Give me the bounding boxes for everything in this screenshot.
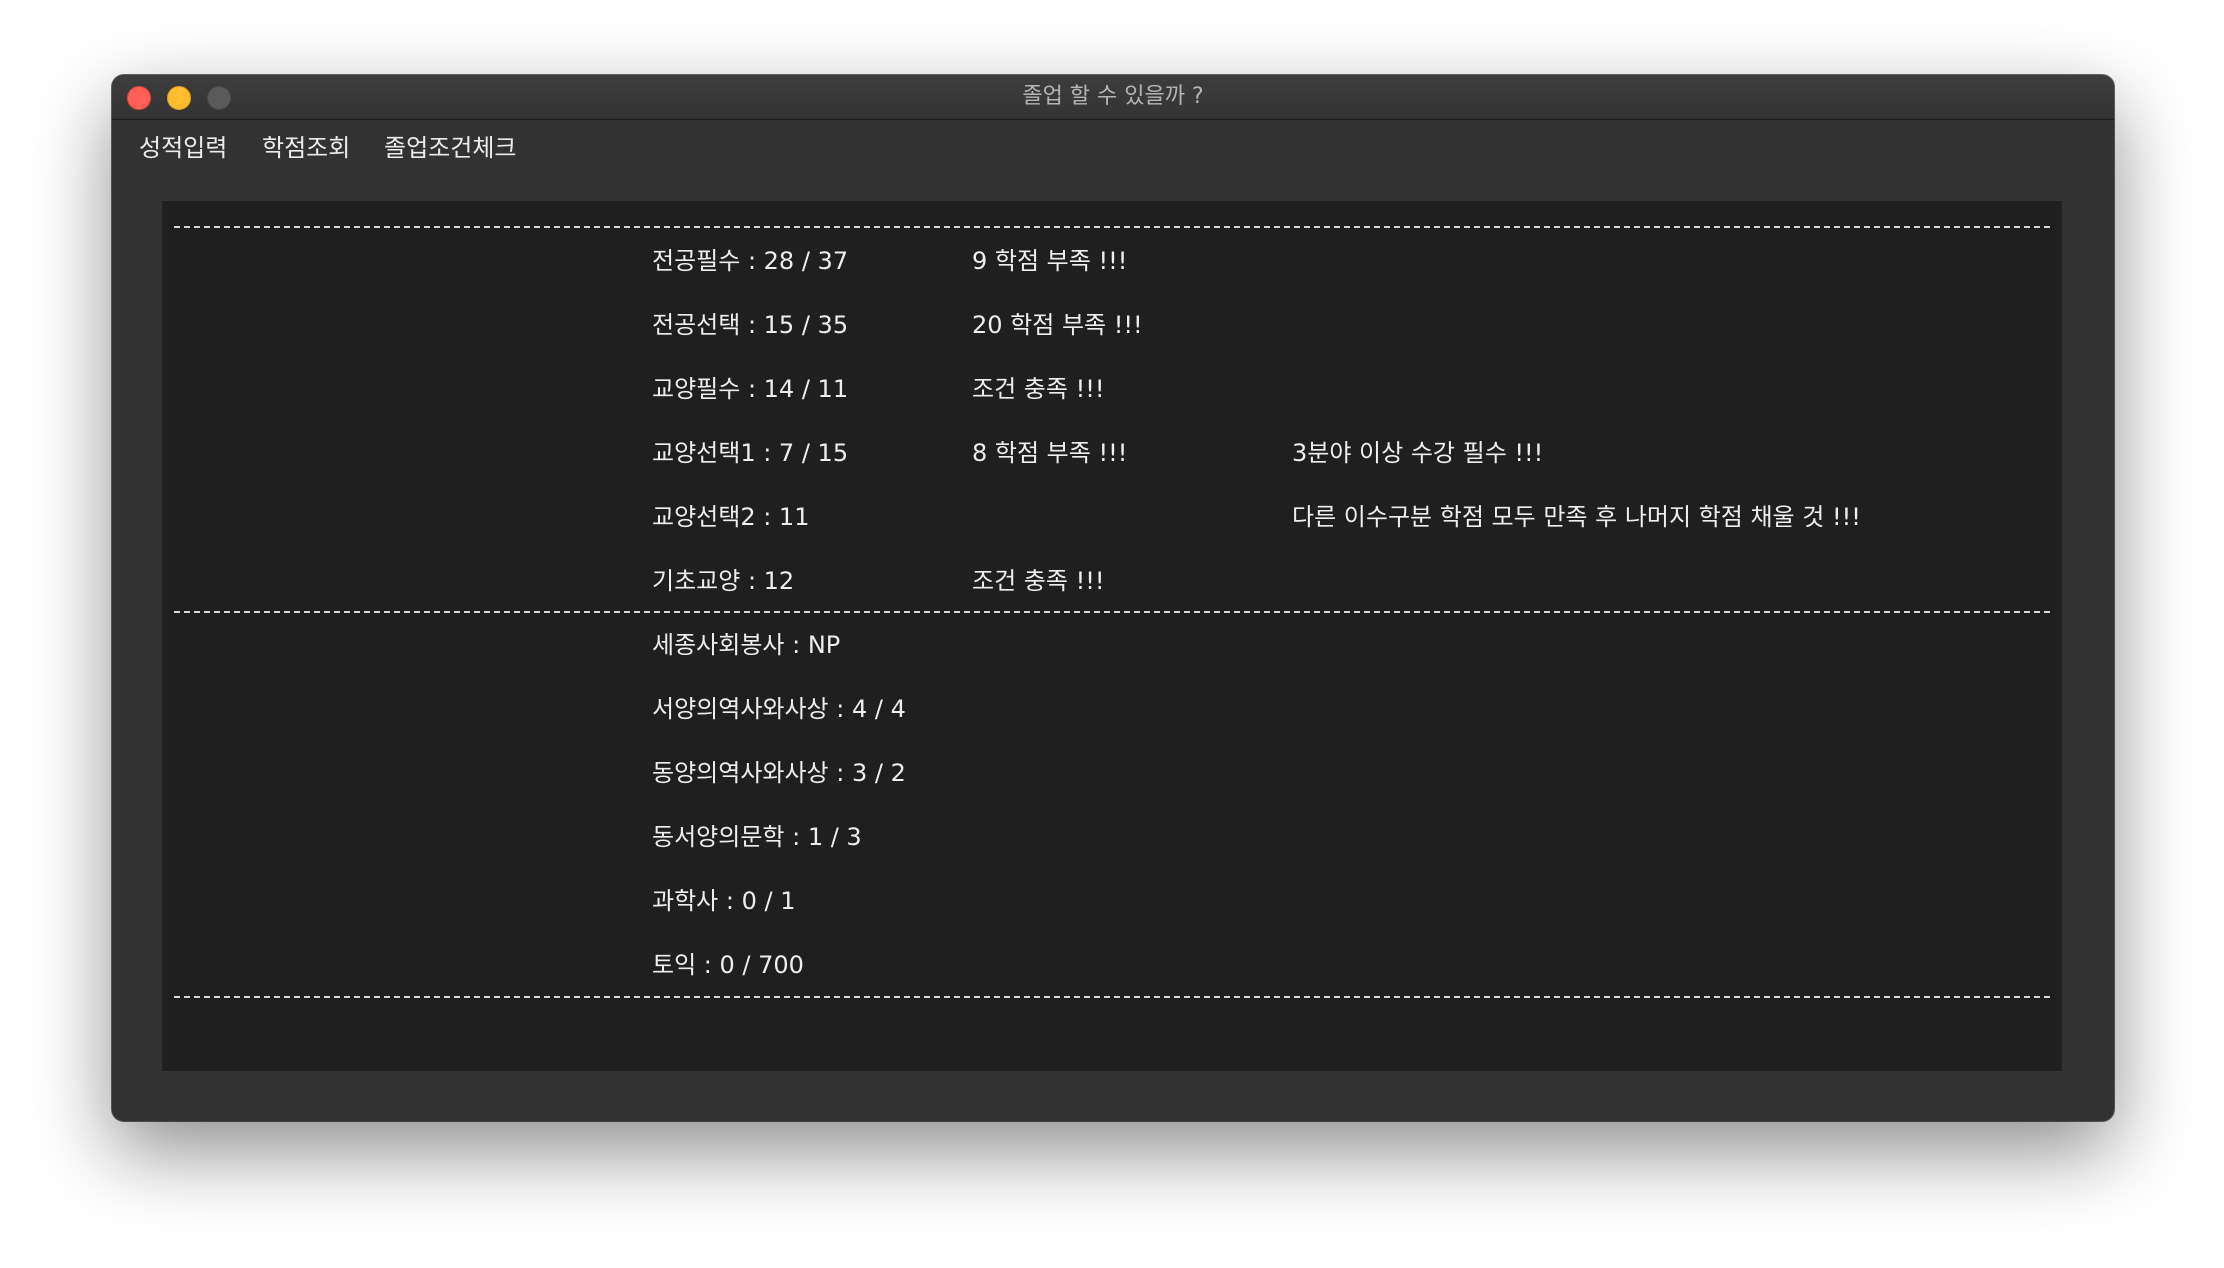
credit-label: 전공필수 : 28 / 37 [652,247,849,275]
title-bar: 졸업 할 수 있을까 ? [112,75,2114,120]
requirement-label: 토익 : 0 / 700 [652,951,804,979]
credit-row: 전공필수 : 28 / 37 9 학점 부족 !!! [162,241,2062,281]
menu-bar: 성적입력 학점조회 졸업조건체크 [112,120,2114,170]
credit-status: 8 학점 부족 !!! [972,439,1128,467]
requirement-row: 동서양의문학 : 1 / 3 [162,817,2062,857]
credit-label: 교양선택2 : 11 [652,503,810,531]
credit-status: 조건 충족 !!! [972,375,1105,403]
credit-row: 교양필수 : 14 / 11 조건 충족 !!! [162,369,2062,409]
credit-row: 교양선택1 : 7 / 15 8 학점 부족 !!! 3분야 이상 수강 필수 … [162,433,2062,473]
app-window: 졸업 할 수 있을까 ? 성적입력 학점조회 졸업조건체크 전공필수 : 28 … [112,75,2114,1121]
credit-status: 조건 충족 !!! [972,567,1105,595]
requirement-row: 동양의역사와사상 : 3 / 2 [162,753,2062,793]
credit-label: 교양필수 : 14 / 11 [652,375,849,403]
requirement-label: 서양의역사와사상 : 4 / 4 [652,695,906,723]
credit-label: 교양선택1 : 7 / 15 [652,439,849,467]
menu-grade-input[interactable]: 성적입력 [139,128,227,163]
requirement-row: 과학사 : 0 / 1 [162,881,2062,921]
window-title: 졸업 할 수 있을까 ? [1022,84,1204,109]
requirement-row: 서양의역사와사상 : 4 / 4 [162,689,2062,729]
divider-middle [174,611,2050,613]
credit-status: 9 학점 부족 !!! [972,247,1128,275]
requirement-label: 동양의역사와사상 : 3 / 2 [652,759,906,787]
requirement-label: 동서양의문학 : 1 / 3 [652,823,862,851]
requirement-row: 세종사회봉사 : NP [162,625,2062,665]
divider-bottom [174,996,2050,998]
divider-top [174,226,2050,228]
requirement-row: 토익 : 0 / 700 [162,945,2062,985]
credit-row: 교양선택2 : 11 다른 이수구분 학점 모두 만족 후 나머지 학점 채울 … [162,497,2062,537]
credit-row: 전공선택 : 15 / 35 20 학점 부족 !!! [162,305,2062,345]
requirement-label: 세종사회봉사 : NP [652,631,841,659]
credit-label: 전공선택 : 15 / 35 [652,311,849,339]
result-panel: 전공필수 : 28 / 37 9 학점 부족 !!! 전공선택 : 15 / 3… [162,201,2062,1071]
credit-status: 20 학점 부족 !!! [972,311,1143,339]
credit-label: 기초교양 : 12 [652,567,795,595]
menu-credit-lookup[interactable]: 학점조회 [262,128,350,163]
credit-note: 다른 이수구분 학점 모두 만족 후 나머지 학점 채울 것 !!! [1292,503,1861,531]
menu-graduation-check[interactable]: 졸업조건체크 [384,128,516,163]
credit-note: 3분야 이상 수강 필수 !!! [1292,439,1544,467]
requirement-label: 과학사 : 0 / 1 [652,887,796,915]
credit-row: 기초교양 : 12 조건 충족 !!! [162,561,2062,601]
